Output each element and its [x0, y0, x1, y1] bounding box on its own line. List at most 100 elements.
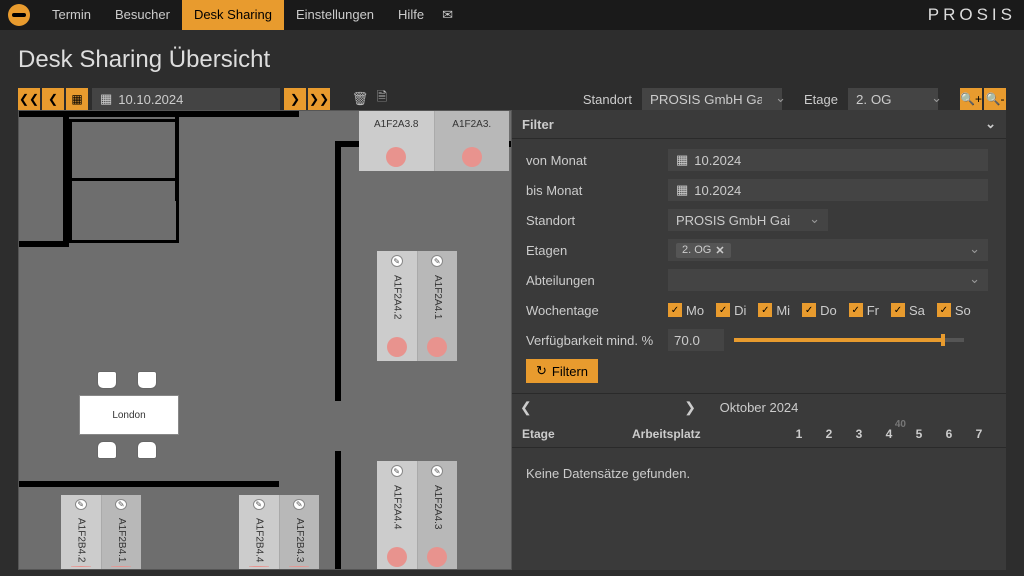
filter-button[interactable]: ↻Filtern — [526, 359, 598, 383]
bis-monat-label: bis Monat — [526, 183, 668, 198]
etage-tag[interactable]: 2. OG✕ — [676, 243, 731, 258]
pencil-icon: ✎ — [391, 255, 403, 267]
desk[interactable]: ✎A1F2A4.3 — [418, 461, 458, 570]
calendar-icon: ▦ — [100, 91, 112, 107]
verfuegbarkeit-label: Verfügbarkeit mind. % — [526, 333, 668, 348]
calendar-icon: ▦ — [676, 182, 688, 198]
delete-icon[interactable]: 🗑 — [350, 88, 370, 110]
status-dot-icon — [71, 566, 91, 567]
desk[interactable]: ✎A1F2B4.1 — [102, 495, 142, 570]
pencil-icon: ✎ — [293, 499, 305, 510]
meeting-table-london[interactable]: London — [79, 395, 179, 435]
status-dot-icon — [462, 147, 482, 167]
main-nav: Termin Besucher Desk Sharing Einstellung… — [40, 0, 436, 30]
page-title: Desk Sharing Übersicht — [18, 46, 1006, 74]
nav-einstellungen[interactable]: Einstellungen — [284, 0, 386, 30]
status-dot-icon — [427, 547, 447, 567]
chair-icon — [97, 441, 117, 459]
checkbox-icon: ✓ — [937, 303, 951, 317]
pencil-icon: ✎ — [253, 499, 265, 510]
date-value: 10.10.2024 — [118, 92, 183, 107]
zoom-out-button[interactable]: 🔍- — [984, 88, 1006, 110]
etagen-select[interactable]: 2. OG✕ — [668, 239, 988, 261]
desk[interactable]: ✎A1F2A4.1 — [418, 251, 458, 361]
checkbox-icon: ✓ — [758, 303, 772, 317]
chair-icon — [137, 441, 157, 459]
status-dot-icon — [387, 337, 407, 357]
etagen-label: Etagen — [526, 243, 668, 258]
app-logo-icon — [8, 4, 30, 26]
calendar-icon: ▦ — [676, 152, 688, 168]
refresh-icon: ↻ — [536, 363, 547, 379]
nav-last-button[interactable]: ❯❯ — [308, 88, 330, 110]
nav-besucher[interactable]: Besucher — [103, 0, 182, 30]
desk[interactable]: ✎A1F2A4.2 — [377, 251, 418, 361]
desk[interactable]: ✎A1F2B4.4 — [239, 495, 280, 570]
status-dot-icon — [387, 547, 407, 567]
pencil-icon: ✎ — [391, 465, 403, 477]
filter-header[interactable]: Filter ⌄ — [512, 110, 1006, 139]
von-monat-label: von Monat — [526, 153, 668, 168]
filter-title: Filter — [522, 117, 554, 132]
desk[interactable]: ✎A1F2B4.3 — [280, 495, 320, 570]
day-fr[interactable]: ✓Fr — [849, 303, 879, 318]
bis-monat-input[interactable]: ▦10.2024 — [668, 179, 988, 201]
month-navigator: ❮ Oktober 2024 ❯ — [512, 393, 1006, 421]
chair-icon — [137, 371, 157, 389]
day-mi[interactable]: ✓Mi — [758, 303, 790, 318]
toolbar: ❮❮ ❮ ▦ ▦ 10.10.2024 ❯ ❯❯ 🗑 🗎 Standort PR… — [18, 88, 1006, 110]
nav-prev-button[interactable]: ❮ — [42, 88, 64, 110]
status-dot-icon — [111, 566, 131, 567]
day-do[interactable]: ✓Do — [802, 303, 837, 318]
month-next-button[interactable]: ❯ — [684, 399, 696, 416]
calendar-button[interactable]: ▦ — [66, 88, 88, 110]
abteilungen-select[interactable] — [668, 269, 988, 291]
day-di[interactable]: ✓Di — [716, 303, 746, 318]
close-icon[interactable]: ✕ — [715, 244, 724, 257]
desk-group: ✎A1F2B4.4 ✎A1F2B4.3 — [239, 495, 319, 570]
month-prev-button[interactable]: ❮ — [520, 399, 532, 416]
status-dot-icon — [289, 566, 309, 567]
nav-hilfe[interactable]: Hilfe — [386, 0, 436, 30]
col-etage: Etage — [522, 427, 632, 441]
month-label: Oktober 2024 — [720, 400, 799, 415]
filter-standort-label: Standort — [526, 213, 668, 228]
wochentage-label: Wochentage — [526, 303, 668, 318]
desk-group: ✎A1F2B4.2 ✎A1F2B4.1 — [61, 495, 141, 570]
desk[interactable]: A1F2A3.8 — [359, 111, 435, 171]
day-columns: 1 2 3 4 5 6 7 — [762, 427, 996, 441]
document-icon[interactable]: 🗎 — [372, 88, 392, 110]
zoom-in-button[interactable]: 🔍+ — [960, 88, 982, 110]
brand-logo: PROSIS — [928, 5, 1016, 25]
etage-select[interactable]: 2. OG — [848, 88, 938, 110]
status-dot-icon — [249, 566, 269, 567]
desk[interactable]: A1F2A3. — [435, 111, 510, 171]
chevron-down-icon: ⌄ — [985, 116, 996, 132]
desk[interactable]: ✎A1F2A4.4 — [377, 461, 418, 570]
von-monat-input[interactable]: ▦10.2024 — [668, 149, 988, 171]
mail-icon[interactable]: ✉ — [442, 0, 453, 30]
etage-label: Etage — [804, 92, 838, 107]
day-mo[interactable]: ✓Mo — [668, 303, 704, 318]
filter-standort-select[interactable]: PROSIS GmbH Gai — [668, 209, 828, 231]
date-input[interactable]: ▦ 10.10.2024 — [92, 88, 280, 110]
desk-group: ✎A1F2A4.2 ✎A1F2A4.1 — [377, 251, 457, 361]
checkbox-icon: ✓ — [802, 303, 816, 317]
floor-plan[interactable]: London A1F2A3.8 A1F2A3. ✎A1F2A4.2 ✎A1F2A… — [18, 110, 512, 570]
kw-label: 40 — [895, 419, 906, 430]
checkbox-icon: ✓ — [891, 303, 905, 317]
checkbox-icon: ✓ — [668, 303, 682, 317]
nav-desk-sharing[interactable]: Desk Sharing — [182, 0, 284, 30]
table-header: Etage Arbeitsplatz 40 1 2 3 4 5 6 7 — [512, 421, 1006, 448]
desk[interactable]: ✎A1F2B4.2 — [61, 495, 102, 570]
nav-next-button[interactable]: ❯ — [284, 88, 306, 110]
day-so[interactable]: ✓So — [937, 303, 971, 318]
availability-input[interactable] — [668, 329, 724, 351]
nav-termin[interactable]: Termin — [40, 0, 103, 30]
standort-select[interactable]: PROSIS GmbH Gai — [642, 88, 782, 110]
nav-first-button[interactable]: ❮❮ — [18, 88, 40, 110]
pencil-icon: ✎ — [431, 465, 443, 477]
chair-icon — [97, 371, 117, 389]
day-sa[interactable]: ✓Sa — [891, 303, 925, 318]
availability-slider[interactable] — [734, 338, 964, 342]
